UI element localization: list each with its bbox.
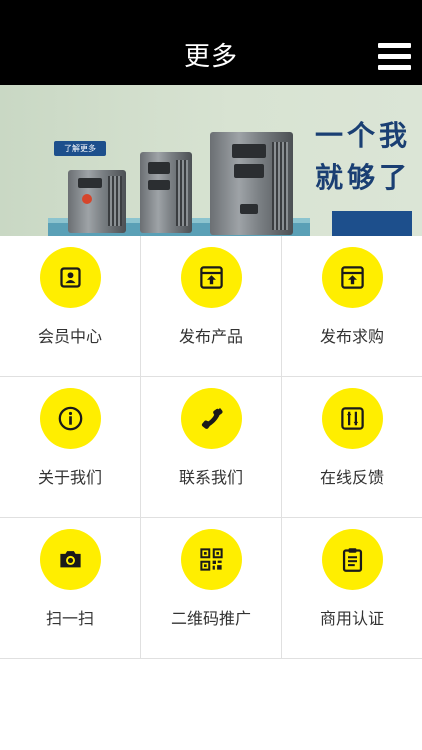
member-card-icon xyxy=(40,247,101,308)
grid-item-label: 二维码推广 xyxy=(170,609,251,628)
grid-item-member-center[interactable]: 会员中心 xyxy=(0,236,141,377)
feedback-sliders-icon xyxy=(322,388,383,449)
menu-bar xyxy=(378,54,411,59)
grid-item-label: 在线反馈 xyxy=(319,468,384,487)
camera-icon xyxy=(40,529,101,590)
top-header: 更多 xyxy=(0,0,422,85)
grid-item-qr-promotion[interactable]: 二维码推广 xyxy=(141,518,282,659)
grid-item-label: 联系我们 xyxy=(178,468,243,487)
grid-item-publish-request[interactable]: 发布求购 xyxy=(282,236,422,377)
publish-upload-icon xyxy=(181,247,242,308)
grid-item-online-feedback[interactable]: 在线反馈 xyxy=(282,377,422,518)
info-icon xyxy=(40,388,101,449)
grid-item-label: 商用认证 xyxy=(319,609,384,628)
phone-icon xyxy=(181,388,242,449)
publish-upload-icon xyxy=(322,247,383,308)
banner-slogan: 一个我 就够了 xyxy=(315,115,411,199)
grid-item-label: 发布产品 xyxy=(178,327,243,346)
menu-grid: 会员中心 发布产品 发布求购 关于我们 联系我们 在线反馈 扫一扫 二维码推广 … xyxy=(0,236,422,659)
grid-item-label: 扫一扫 xyxy=(45,609,94,628)
inverter-product-image xyxy=(210,132,293,235)
inverter-product-image xyxy=(68,170,126,233)
grid-item-label: 会员中心 xyxy=(37,327,102,346)
grid-item-contact-us[interactable]: 联系我们 xyxy=(141,377,282,518)
inverter-product-image xyxy=(140,152,192,233)
banner-decoration xyxy=(332,211,412,236)
grid-item-about-us[interactable]: 关于我们 xyxy=(0,377,141,518)
menu-bar xyxy=(378,65,411,70)
slogan-line: 一个我 xyxy=(315,119,412,152)
promo-banner[interactable]: 了解更多 一个我 就够了 xyxy=(0,85,422,236)
learn-more-tag[interactable]: 了解更多 xyxy=(54,141,106,156)
slogan-line: 就够了 xyxy=(315,161,412,194)
grid-item-label: 发布求购 xyxy=(319,327,384,346)
page-title: 更多 xyxy=(183,42,238,72)
hamburger-menu-icon[interactable] xyxy=(378,43,411,71)
menu-bar xyxy=(378,43,411,48)
grid-item-label: 关于我们 xyxy=(37,468,102,487)
grid-item-scan[interactable]: 扫一扫 xyxy=(0,518,141,659)
grid-item-publish-product[interactable]: 发布产品 xyxy=(141,236,282,377)
grid-item-business-certification[interactable]: 商用认证 xyxy=(282,518,422,659)
clipboard-icon xyxy=(322,529,383,590)
qr-code-icon xyxy=(181,529,242,590)
